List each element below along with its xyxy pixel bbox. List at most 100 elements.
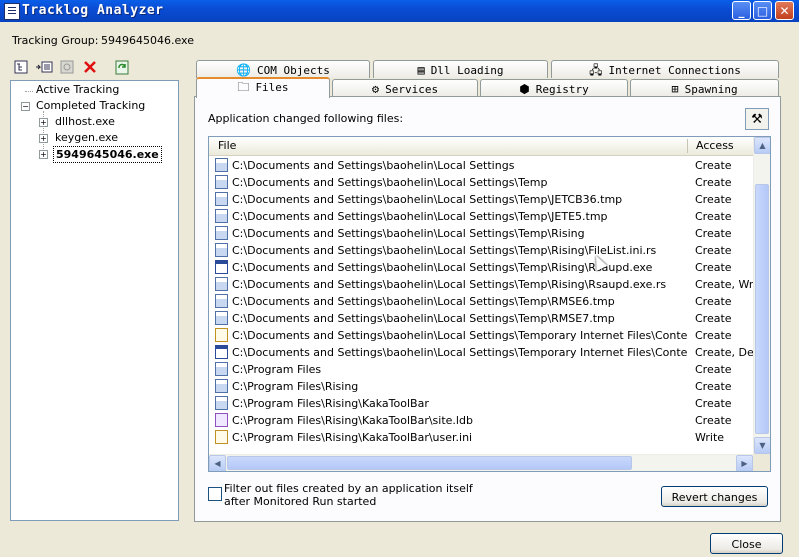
- file-icon: [215, 243, 228, 257]
- file-icon: [215, 294, 228, 308]
- file-path: C:\Documents and Settings\baohelin\Local…: [232, 312, 615, 325]
- file-access: Create: [695, 397, 732, 410]
- file-access: Create: [695, 363, 732, 376]
- file-access: Create: [695, 295, 732, 308]
- stop-icon[interactable]: [58, 60, 76, 78]
- file-path: C:\Documents and Settings\baohelin\Local…: [232, 295, 615, 308]
- files-list[interactable]: File Access C:\Documents and Settings\ba…: [208, 136, 771, 472]
- file-icon: [215, 379, 228, 393]
- tab-dll-loading[interactable]: ▤ Dll Loading: [373, 60, 548, 78]
- filter-checkbox[interactable]: [208, 487, 222, 501]
- scroll-down-icon[interactable]: ▼: [754, 437, 770, 454]
- scroll-corner: [753, 454, 770, 471]
- tracking-tree[interactable]: Active Tracking − Completed Tracking + d…: [10, 80, 179, 521]
- table-row[interactable]: C:\Documents and Settings\baohelin\Local…: [209, 225, 753, 242]
- file-icon: [215, 158, 228, 172]
- filter-label[interactable]: Filter out files created by an applicati…: [224, 482, 484, 508]
- column-header-access[interactable]: Access: [696, 139, 734, 152]
- title-bar: Tracklog Analyzer _ □ ✕: [0, 0, 799, 22]
- tree-item-dllhost[interactable]: dllhost.exe: [55, 114, 115, 129]
- file-path: C:\Program Files\Rising: [232, 380, 359, 393]
- table-row[interactable]: C:\Documents and Settings\baohelin\Local…: [209, 174, 753, 191]
- expand-toggle-icon[interactable]: +: [39, 150, 48, 159]
- file-path: C:\Documents and Settings\baohelin\Local…: [232, 278, 667, 291]
- table-row[interactable]: C:\Program Files\Rising\KakaToolBar\user…: [209, 429, 753, 446]
- maximize-button[interactable]: □: [753, 1, 772, 20]
- delete-icon[interactable]: [81, 60, 99, 78]
- list-header: File Access: [209, 137, 753, 156]
- table-row[interactable]: C:\Documents and Settings\baohelin\Local…: [209, 327, 753, 344]
- tree-line: [25, 91, 33, 92]
- table-row[interactable]: C:\Documents and Settings\baohelin\Local…: [209, 208, 753, 225]
- file-path: C:\Documents and Settings\baohelin\Local…: [232, 346, 687, 359]
- tab-services[interactable]: ⚙ Services: [332, 79, 478, 97]
- tab-spawning[interactable]: ⊞ Spawning: [630, 79, 779, 97]
- table-row[interactable]: C:\Program Files\Rising\KakaToolBar\site…: [209, 412, 753, 429]
- close-button[interactable]: Close: [710, 533, 783, 554]
- file-icon: [215, 226, 228, 240]
- collapse-toggle-icon[interactable]: −: [21, 102, 30, 111]
- table-row[interactable]: C:\Documents and Settings\baohelin\Local…: [209, 157, 753, 174]
- file-path: C:\Documents and Settings\baohelin\Local…: [232, 329, 687, 342]
- tab-com-objects[interactable]: 🌐 COM Objects: [196, 60, 370, 78]
- column-divider[interactable]: [687, 139, 688, 153]
- file-access: Create: [695, 261, 732, 274]
- table-row[interactable]: C:\Documents and Settings\baohelin\Local…: [209, 259, 753, 276]
- file-icon: [215, 277, 228, 291]
- tab-registry[interactable]: ⬢ Registry: [480, 79, 628, 97]
- file-icon: [215, 175, 228, 189]
- table-row[interactable]: C:\Documents and Settings\baohelin\Local…: [209, 276, 753, 293]
- tree-view-icon[interactable]: [12, 60, 30, 78]
- file-path: C:\Program Files: [232, 363, 322, 376]
- table-row[interactable]: C:\Documents and Settings\baohelin\Local…: [209, 293, 753, 310]
- file-icon: [215, 345, 228, 359]
- minimize-button[interactable]: _: [732, 1, 751, 20]
- table-row[interactable]: C:\Documents and Settings\baohelin\Local…: [209, 344, 753, 361]
- file-icon: [215, 311, 228, 325]
- details-view-icon[interactable]: [35, 60, 53, 78]
- hammer-wrench-icon: ⚒: [751, 112, 763, 127]
- file-path: C:\Program Files\Rising\KakaToolBar\site…: [232, 414, 473, 427]
- files-caption: Application changed following files:: [208, 112, 404, 125]
- table-row[interactable]: C:\Program Files\Rising\KakaToolBar Creat…: [209, 395, 753, 412]
- tree-item-keygen[interactable]: keygen.exe: [55, 130, 118, 145]
- table-row[interactable]: C:\Program Files\Rising Create: [209, 378, 753, 395]
- tree-item-selected-process[interactable]: 5949645046.exe: [53, 146, 162, 163]
- file-icon: [215, 328, 228, 342]
- file-access: Create: [695, 159, 732, 172]
- tracking-group-label: Tracking Group:: [12, 34, 99, 47]
- close-window-button[interactable]: ✕: [775, 1, 794, 20]
- file-access: Create: [695, 414, 732, 427]
- tab-internet-connections[interactable]: 🖧 Internet Connections: [551, 60, 779, 78]
- table-row[interactable]: C:\Documents and Settings\baohelin\Local…: [209, 310, 753, 327]
- table-row[interactable]: C:\Documents and Settings\baohelin\Local…: [209, 242, 753, 259]
- file-icon: [215, 396, 228, 410]
- table-row[interactable]: C:\Program Files Create: [209, 361, 753, 378]
- file-access: Create: [695, 244, 732, 257]
- file-access: Create: [695, 210, 732, 223]
- column-header-file[interactable]: File: [218, 139, 236, 152]
- horizontal-scrollbar[interactable]: ◀ ▶: [209, 454, 753, 471]
- network-icon: 🖧: [589, 63, 603, 77]
- expand-toggle-icon[interactable]: +: [39, 118, 48, 127]
- vertical-scrollbar[interactable]: ▲ ▼: [753, 137, 770, 454]
- file-path: C:\Documents and Settings\baohelin\Local…: [232, 193, 623, 206]
- file-access: Create: [695, 329, 732, 342]
- file-path: C:\Documents and Settings\baohelin\Local…: [232, 159, 515, 172]
- scroll-right-icon[interactable]: ▶: [736, 455, 753, 471]
- tools-button[interactable]: ⚒: [745, 108, 769, 130]
- vertical-scroll-thumb[interactable]: [755, 184, 769, 434]
- expand-toggle-icon[interactable]: +: [39, 134, 48, 143]
- horizontal-scroll-thumb[interactable]: [227, 456, 632, 470]
- table-row[interactable]: C:\Documents and Settings\baohelin\Local…: [209, 191, 753, 208]
- tree-item-active-tracking[interactable]: Active Tracking: [36, 82, 119, 97]
- refresh-icon[interactable]: [113, 60, 131, 78]
- tab-files[interactable]: 🗀 Files: [196, 77, 330, 98]
- scroll-up-icon[interactable]: ▲: [754, 137, 770, 154]
- tree-item-completed-tracking[interactable]: Completed Tracking: [36, 98, 145, 113]
- file-path: C:\Program Files\Rising\KakaToolBar\user…: [232, 431, 473, 444]
- scroll-left-icon[interactable]: ◀: [209, 455, 226, 471]
- revert-changes-button[interactable]: Revert changes: [661, 486, 768, 507]
- file-path: C:\Documents and Settings\baohelin\Local…: [232, 176, 548, 189]
- file-path: C:\Documents and Settings\baohelin\Local…: [232, 227, 585, 240]
